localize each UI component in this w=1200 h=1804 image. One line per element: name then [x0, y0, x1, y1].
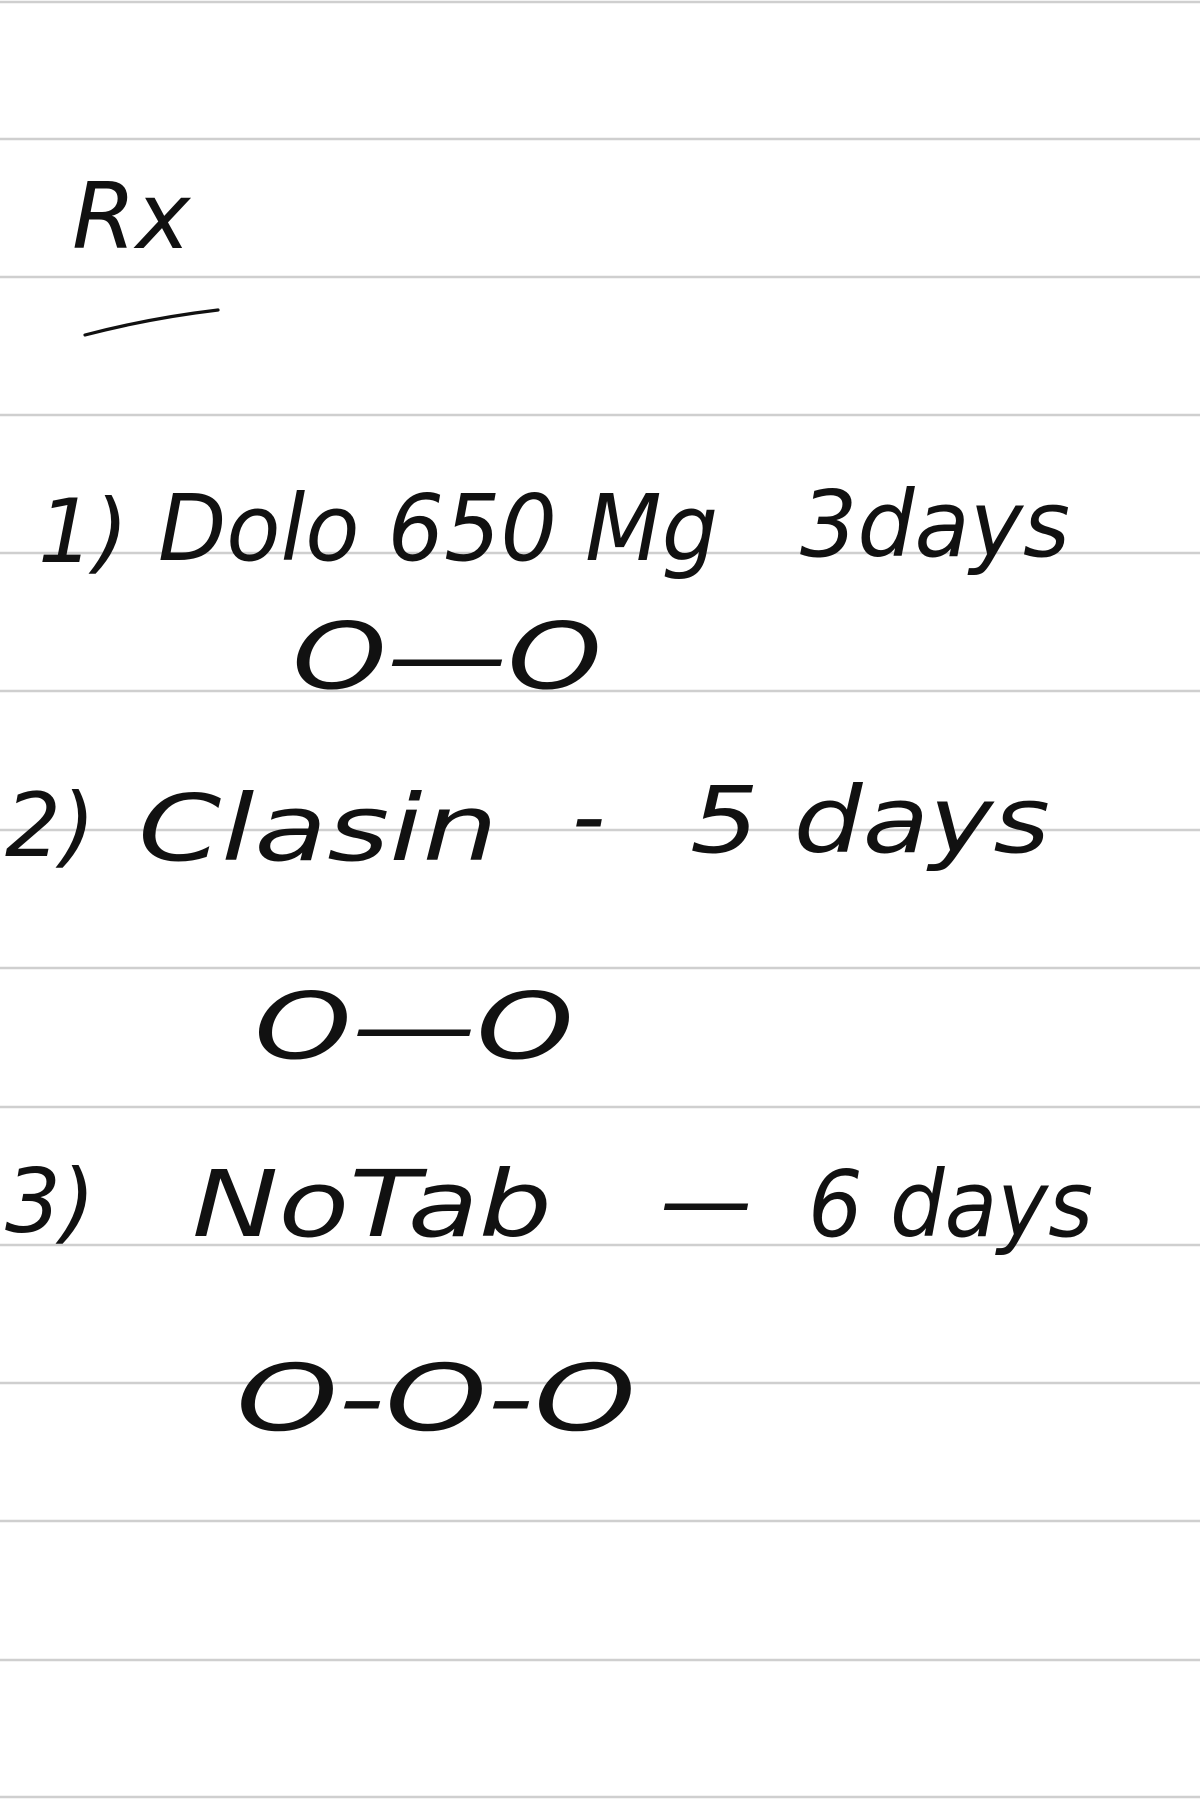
item-3-number: 3): [5, 1150, 95, 1253]
item-2-number: 2): [5, 774, 95, 877]
item-1-drug: Dolo 650 Mg: [158, 475, 718, 582]
handwritten-note: Rx 1) Dolo 650 Mg 3days O—O 2) Clasin - …: [0, 0, 1200, 1799]
item-2-duration: 5 days: [690, 767, 1050, 874]
item-1-number: 1): [38, 480, 128, 583]
item-1-dosage: O—O: [292, 603, 602, 710]
item-3-dosage: O-O-O: [236, 1345, 636, 1452]
item-1-duration: 3days: [800, 471, 1070, 578]
item-3-duration: 6 days: [808, 1151, 1093, 1258]
item-2-dosage: O—O: [254, 973, 574, 1080]
item-3-separator: —: [660, 1147, 752, 1254]
item-2-drug: Clasin: [138, 775, 498, 882]
rx-header: Rx: [72, 163, 192, 270]
rx-underline: [83, 308, 220, 337]
notebook-page: Rx 1) Dolo 650 Mg 3days O—O 2) Clasin - …: [0, 0, 1200, 1800]
item-2-separator: -: [572, 763, 605, 870]
item-3-drug: NoTab: [192, 1151, 552, 1258]
ruled-lines: [0, 0, 1200, 1799]
